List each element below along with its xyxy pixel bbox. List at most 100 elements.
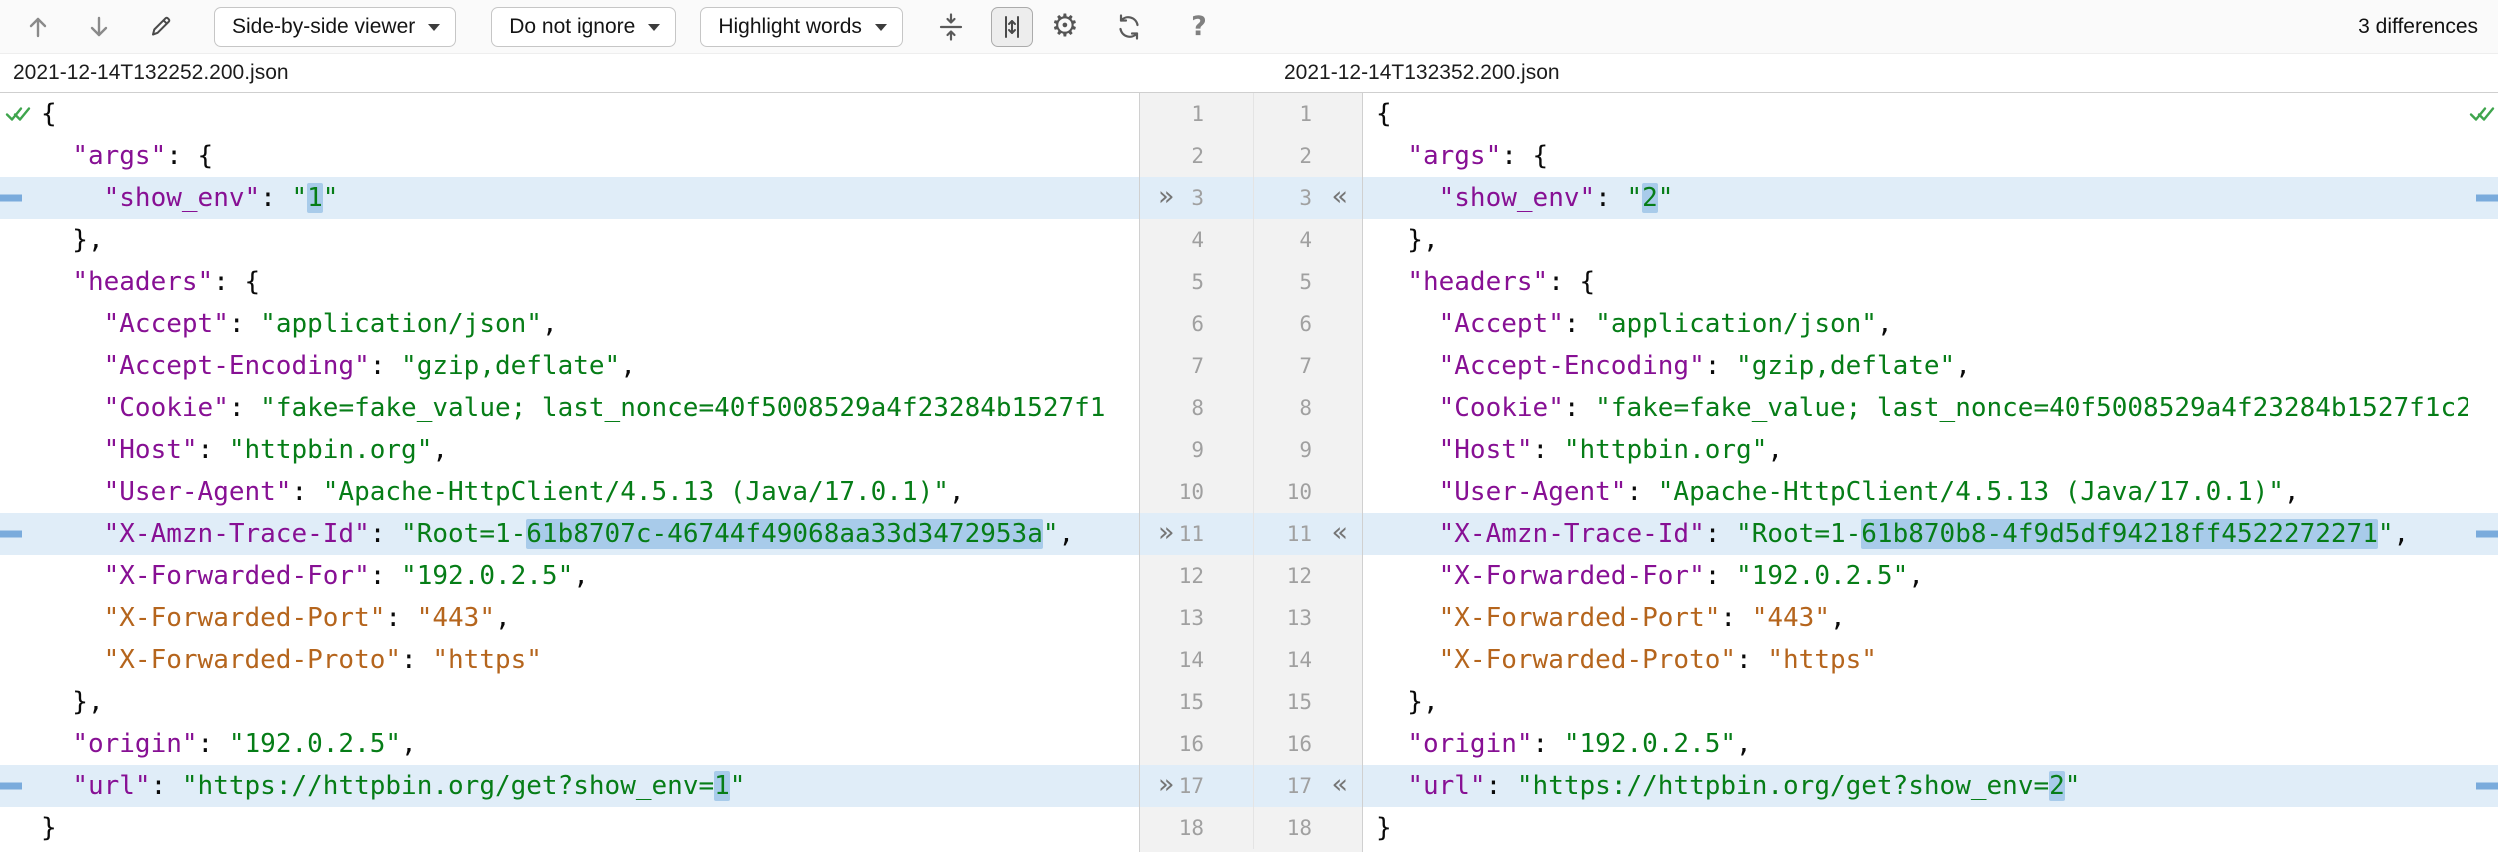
collapse-unchanged-icon[interactable] xyxy=(935,9,967,45)
help-icon[interactable]: ? xyxy=(1183,9,1215,45)
right-code-line[interactable]: "show_env": "2" xyxy=(1363,177,2468,219)
highlight-policy-dropdown[interactable]: Highlight words xyxy=(700,7,903,47)
right-code-line[interactable]: { xyxy=(1363,93,2468,135)
right-code-line[interactable]: "X-Amzn-Trace-Id": "Root=1-61b870b8-4f9d… xyxy=(1363,513,2468,555)
left-code-line[interactable]: } xyxy=(34,807,1139,849)
refresh-icon[interactable] xyxy=(1113,9,1145,45)
right-edge-strip xyxy=(2468,723,2498,765)
left-code-line[interactable]: "headers": { xyxy=(34,261,1139,303)
code-token: } xyxy=(41,813,57,843)
left-code-line[interactable]: "X-Forwarded-For": "192.0.2.5", xyxy=(34,555,1139,597)
changed-token: 2 xyxy=(1642,183,1658,213)
left-code-line[interactable]: "X-Forwarded-Port": "443", xyxy=(34,597,1139,639)
diff-row: "show_env": "1"»33« "show_env": "2" xyxy=(0,177,2498,219)
code-token: , xyxy=(401,729,417,759)
left-code-line[interactable]: "Accept-Encoding": "gzip,deflate", xyxy=(34,345,1139,387)
left-code-line[interactable]: "origin": "192.0.2.5", xyxy=(34,723,1139,765)
code-token xyxy=(1376,141,1407,171)
diff-row: "Host": "httpbin.org",99 "Host": "httpbi… xyxy=(0,429,2498,471)
right-code-line[interactable]: "User-Agent": "Apache-HttpClient/4.5.13 … xyxy=(1363,471,2468,513)
change-marker-icon[interactable] xyxy=(0,531,22,538)
left-code-line[interactable]: "Accept": "application/json", xyxy=(34,303,1139,345)
right-file-title: 2021-12-14T132352.200.json xyxy=(1284,61,1560,85)
right-code-line[interactable]: }, xyxy=(1363,219,2468,261)
left-edge-strip xyxy=(0,723,34,765)
previous-difference-icon[interactable] xyxy=(22,9,54,45)
left-edge-strip xyxy=(0,135,34,177)
right-line-number: 8 xyxy=(1140,387,1312,429)
right-edge-strip xyxy=(2468,345,2498,387)
right-code-line[interactable]: "X-Forwarded-Port": "443", xyxy=(1363,597,2468,639)
right-code-line[interactable]: "headers": { xyxy=(1363,261,2468,303)
apply-to-left-icon[interactable]: « xyxy=(1331,765,1348,807)
code-token: , xyxy=(2394,519,2410,549)
code-token: : xyxy=(1705,561,1736,591)
right-code-line[interactable]: "args": { xyxy=(1363,135,2468,177)
right-edge-strip xyxy=(2468,303,2498,345)
right-code-line[interactable]: } xyxy=(1363,807,2468,849)
ignore-policy-dropdown[interactable]: Do not ignore xyxy=(491,7,676,47)
left-code-line[interactable]: "X-Forwarded-Proto": "https" xyxy=(34,639,1139,681)
left-code-line[interactable]: "url": "https://httpbin.org/get?show_env… xyxy=(34,765,1139,807)
left-code-line[interactable]: "User-Agent": "Apache-HttpClient/4.5.13 … xyxy=(34,471,1139,513)
gutter-cell: 22 xyxy=(1139,135,1363,177)
right-code-line[interactable]: "origin": "192.0.2.5", xyxy=(1363,723,2468,765)
next-difference-icon[interactable] xyxy=(83,9,115,45)
change-marker-icon[interactable] xyxy=(2476,783,2498,790)
changed-token: 61b870b8-4f9d5df94218ff4522272271 xyxy=(1861,519,2378,549)
code-token xyxy=(1376,393,1439,423)
left-code-line[interactable]: }, xyxy=(34,681,1139,723)
left-code-line[interactable]: "show_env": "1" xyxy=(34,177,1139,219)
change-marker-icon[interactable] xyxy=(2476,531,2498,538)
code-token: "User-Agent" xyxy=(104,477,292,507)
code-token: "X-Amzn-Trace-Id" xyxy=(1439,519,1705,549)
right-code-line[interactable]: "Host": "httpbin.org", xyxy=(1363,429,2468,471)
code-token xyxy=(1376,645,1439,675)
right-code-line[interactable]: "Accept": "application/json", xyxy=(1363,303,2468,345)
viewer-mode-dropdown[interactable]: Side-by-side viewer xyxy=(214,7,456,47)
code-token: , xyxy=(1059,519,1075,549)
code-token: }, xyxy=(1376,687,1439,717)
right-code-line[interactable]: }, xyxy=(1363,681,2468,723)
left-edge-strip xyxy=(0,177,34,219)
change-marker-icon[interactable] xyxy=(0,783,22,790)
settings-gear-icon[interactable]: ⚙ xyxy=(1049,9,1081,45)
right-line-number: 6 xyxy=(1140,303,1312,345)
diff-row: "url": "https://httpbin.org/get?show_env… xyxy=(0,765,2498,807)
diff-row: "X-Forwarded-Port": "443",1313 "X-Forwar… xyxy=(0,597,2498,639)
code-token: " xyxy=(323,183,339,213)
right-code-line[interactable]: "X-Forwarded-For": "192.0.2.5", xyxy=(1363,555,2468,597)
apply-to-left-icon[interactable]: « xyxy=(1331,177,1348,219)
edit-source-icon[interactable] xyxy=(144,9,176,45)
right-edge-strip xyxy=(2468,681,2498,723)
apply-all-checkmarks-icon[interactable] xyxy=(2469,105,2495,124)
apply-all-checkmarks-icon[interactable] xyxy=(5,105,31,124)
left-edge-strip xyxy=(0,639,34,681)
changed-token: 1 xyxy=(307,183,323,213)
code-token: "fake=fake_value; last_nonce=40f5008529a… xyxy=(260,393,1105,423)
code-token xyxy=(41,561,104,591)
left-code-line[interactable]: }, xyxy=(34,219,1139,261)
apply-to-left-icon[interactable]: « xyxy=(1331,513,1348,555)
left-code-line[interactable]: "Cookie": "fake=fake_value; last_nonce=4… xyxy=(34,387,1139,429)
code-token xyxy=(41,645,104,675)
code-token xyxy=(41,393,104,423)
code-token xyxy=(1376,267,1407,297)
right-code-line[interactable]: "X-Forwarded-Proto": "https" xyxy=(1363,639,2468,681)
right-line-number: 5 xyxy=(1140,261,1312,303)
code-token xyxy=(41,729,72,759)
left-edge-strip xyxy=(0,513,34,555)
right-code-line[interactable]: "Cookie": "fake=fake_value; last_nonce=4… xyxy=(1363,387,2468,429)
left-code-line[interactable]: { xyxy=(34,93,1139,135)
left-code-line[interactable]: "X-Amzn-Trace-Id": "Root=1-61b8707c-4674… xyxy=(34,513,1139,555)
change-marker-icon[interactable] xyxy=(2476,195,2498,202)
code-token: "gzip,deflate" xyxy=(1736,351,1955,381)
right-code-line[interactable]: "url": "https://httpbin.org/get?show_env… xyxy=(1363,765,2468,807)
code-token: "args" xyxy=(72,141,166,171)
right-line-number: 14 xyxy=(1140,639,1312,681)
change-marker-icon[interactable] xyxy=(0,195,22,202)
sync-scrolling-button[interactable] xyxy=(991,7,1033,47)
right-code-line[interactable]: "Accept-Encoding": "gzip,deflate", xyxy=(1363,345,2468,387)
left-code-line[interactable]: "Host": "httpbin.org", xyxy=(34,429,1139,471)
left-code-line[interactable]: "args": { xyxy=(34,135,1139,177)
